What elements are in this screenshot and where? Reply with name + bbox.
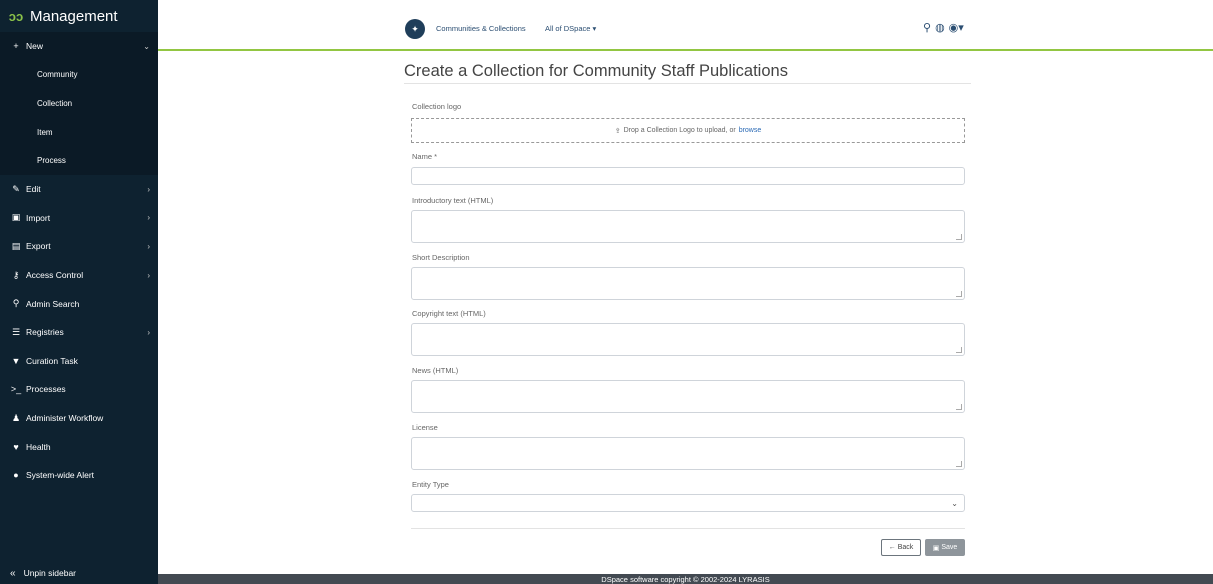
sidebar-item-processes[interactable]: >_ Processes xyxy=(0,375,158,404)
entity-type-select[interactable]: ⌄ xyxy=(411,494,965,512)
upload-icon: ⇪ xyxy=(614,127,621,135)
sidebar-item-new[interactable]: + New ⌄ xyxy=(0,32,158,61)
pencil-icon: ✎ xyxy=(12,183,20,194)
sidebar-item-import[interactable]: ▣ Import › xyxy=(0,204,158,233)
chevron-right-icon: › xyxy=(147,184,150,194)
sidebar-title: Management xyxy=(30,7,118,25)
file-import-icon: ▣ xyxy=(11,212,21,223)
sidebar-item-health[interactable]: ♥ Health xyxy=(0,432,158,461)
nav-communities-collections[interactable]: Communities & Collections xyxy=(436,24,526,33)
sidebar-subitem-collection[interactable]: Collection xyxy=(0,89,158,118)
sidebar-item-access-control[interactable]: ⚷ Access Control › xyxy=(0,261,158,290)
sidebar-subitem-community[interactable]: Community xyxy=(0,60,158,90)
heartbeat-icon: ♥ xyxy=(13,441,19,452)
header-icons: ⚲ ◍ ◉▾ xyxy=(923,21,964,34)
short-description-label: Short Description xyxy=(412,253,470,262)
entity-type-label: Entity Type xyxy=(412,480,449,489)
key-icon: ⚷ xyxy=(12,269,20,280)
sidebar-header: ↄↄ Management xyxy=(0,0,158,32)
search-icon: ⚲ xyxy=(12,298,20,309)
sidebar-item-admin-search[interactable]: ⚲ Admin Search xyxy=(0,289,158,318)
save-button[interactable]: ▣ Save xyxy=(925,539,965,556)
sidebar-item-registries[interactable]: ☰ Registries › xyxy=(0,318,158,347)
copyright-text-label: Copyright text (HTML) xyxy=(412,309,486,318)
sidebar-item-curation-task[interactable]: ▼ Curation Task xyxy=(0,347,158,376)
double-chevron-left-icon: « xyxy=(10,567,16,579)
plus-icon: + xyxy=(13,41,19,52)
form-divider xyxy=(411,528,965,529)
license-label: License xyxy=(412,423,438,432)
chevron-right-icon: › xyxy=(147,327,150,337)
back-button[interactable]: ← Back xyxy=(881,539,921,556)
license-textarea[interactable] xyxy=(411,437,965,470)
search-icon[interactable]: ⚲ xyxy=(923,21,931,34)
news-textarea[interactable] xyxy=(411,380,965,413)
dspace-logo-icon: ↄↄ xyxy=(8,8,24,24)
name-label: Name * xyxy=(412,152,438,161)
browse-link[interactable]: browse xyxy=(739,127,762,134)
repository-logo-icon[interactable]: ✦ xyxy=(405,19,425,39)
exclamation-circle-icon: ● xyxy=(13,470,19,481)
sidebar-item-export[interactable]: ▤ Export › xyxy=(0,232,158,261)
top-header xyxy=(158,0,1213,50)
intro-text-textarea[interactable] xyxy=(411,210,965,243)
chevron-down-icon: ⌄ xyxy=(951,499,958,508)
nav-all-of-dspace[interactable]: All of DSpace ▾ xyxy=(545,24,596,33)
globe-icon[interactable]: ◍ xyxy=(935,21,945,34)
intro-text-label: Introductory text (HTML) xyxy=(412,196,494,205)
name-input[interactable] xyxy=(411,167,965,185)
sidebar-item-system-wide-alert[interactable]: ● System-wide Alert xyxy=(0,461,158,490)
logo-dropzone[interactable]: ⇪ Drop a Collection Logo to upload, or b… xyxy=(411,118,965,143)
sidebar-subitem-item[interactable]: Item xyxy=(0,117,158,147)
collection-logo-label: Collection logo xyxy=(412,102,462,111)
arrow-left-icon: ← xyxy=(888,544,896,551)
copyright-text-textarea[interactable] xyxy=(411,323,965,356)
filter-icon: ▼ xyxy=(11,355,21,366)
list-icon: ☰ xyxy=(11,326,21,337)
terminal-icon: >_ xyxy=(10,384,22,395)
footer-copyright: DSpace software copyright © 2002-2024 LY… xyxy=(601,575,770,584)
title-divider xyxy=(404,83,971,84)
file-export-icon: ▤ xyxy=(11,240,21,251)
sidebar-item-edit[interactable]: ✎ Edit › xyxy=(0,175,158,204)
page-title: Create a Collection for Community Staff … xyxy=(404,62,788,80)
unpin-sidebar-button[interactable]: « Unpin sidebar xyxy=(0,562,158,584)
chevron-right-icon: › xyxy=(147,213,150,223)
user-circle-icon[interactable]: ◉▾ xyxy=(949,21,964,34)
news-label: News (HTML) xyxy=(412,366,459,375)
chevron-right-icon: › xyxy=(147,241,150,251)
header-divider xyxy=(158,49,1213,51)
chevron-right-icon: › xyxy=(147,270,150,280)
chevron-down-icon: ⌄ xyxy=(143,41,150,51)
sidebar-subitem-process[interactable]: Process xyxy=(0,146,158,175)
user-check-icon: ♟ xyxy=(11,412,21,423)
admin-sidebar: ↄↄ Management + New ⌄ Community Collecti… xyxy=(0,0,158,584)
page-footer: DSpace software copyright © 2002-2024 LY… xyxy=(158,574,1213,584)
sidebar-item-administer-workflow[interactable]: ♟ Administer Workflow xyxy=(0,404,158,433)
short-description-textarea[interactable] xyxy=(411,267,965,300)
save-icon: ▣ xyxy=(932,544,940,552)
